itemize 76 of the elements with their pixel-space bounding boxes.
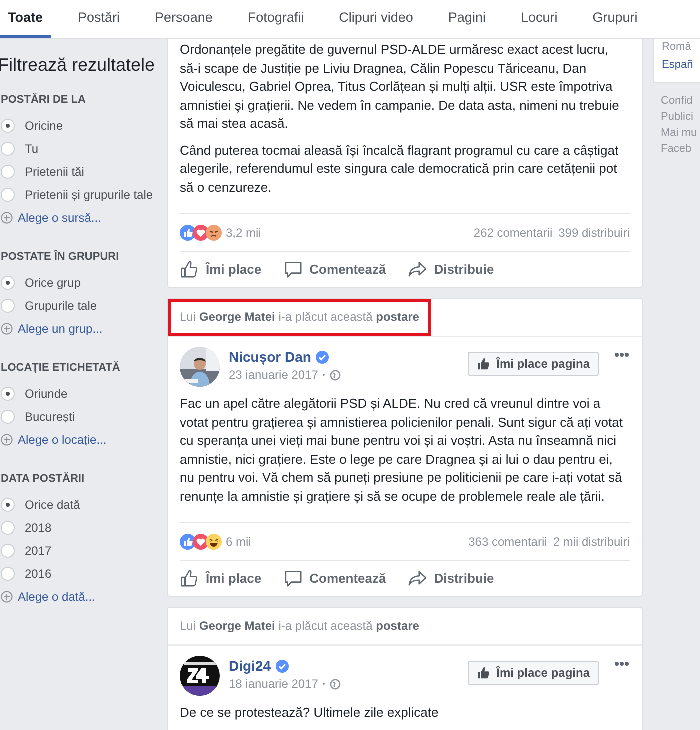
share-icon — [408, 570, 428, 587]
language-link[interactable]: Españ — [662, 57, 700, 73]
filter-option[interactable]: 2018 — [25, 520, 52, 534]
tab[interactable]: Grupuri — [584, 0, 646, 38]
choose-link[interactable]: Alege o sursă... — [18, 210, 102, 224]
globe-icon — [330, 678, 342, 690]
radio-button[interactable] — [1, 498, 15, 512]
radio-button[interactable] — [1, 142, 15, 156]
add-circle-icon — [1, 212, 13, 224]
radio-button[interactable] — [1, 544, 15, 558]
thumbs-up-icon — [180, 569, 199, 588]
comment-action-button[interactable]: Comentează — [284, 570, 386, 588]
radio-button[interactable] — [1, 298, 15, 312]
more-options-icon[interactable] — [614, 661, 630, 667]
laughing-reaction-icon — [206, 534, 222, 550]
share-action-button[interactable]: Distribuie — [408, 570, 494, 587]
thumbs-up-icon — [476, 357, 491, 371]
choose-link[interactable]: Alege un grup... — [18, 322, 103, 336]
post-text: Fac un apel către alegătorii PSD și ALDE. Nu cred că vreunul dintre voi a votat pentru grațierea și amnistierea policienilor penali. Sunt sigur că ați votat cu speranța unei vieți mai bune pentru voi și ai voștri. Asta nu înseamnă nici amnistie, nici grațiere. Este o lege pe care Dragnea și ai lui o dau pentru ei, nu pentru voi. Vă chem să puneți presiune pe politicienii pe care i-ați votat să renunțe la amnistie și grațiere și să se ocupe de problemele reale ale țării. — [180, 395, 624, 506]
like-action-button[interactable]: Îmi place — [180, 260, 262, 279]
tab[interactable]: Locuri — [512, 0, 566, 38]
tab[interactable]: Pagini — [440, 0, 494, 38]
filter-option[interactable]: Tu — [25, 142, 39, 156]
radio-button[interactable] — [1, 520, 15, 534]
share-action-button[interactable]: Distribuie — [408, 261, 494, 278]
author-name[interactable]: Digi24 — [229, 658, 272, 674]
radio-button[interactable] — [1, 276, 15, 290]
filter-option[interactable]: Grupurile tale — [25, 298, 98, 312]
like-page-button[interactable]: Îmi place pagina — [468, 661, 599, 685]
more-options-icon[interactable] — [614, 352, 630, 358]
add-circle-icon — [1, 590, 13, 602]
tab[interactable]: Toate — [0, 0, 52, 38]
radio-button[interactable] — [1, 164, 15, 178]
filter-heading: DATA POSTĂRII — [1, 473, 86, 485]
choose-link[interactable]: Alege o locație... — [18, 432, 107, 446]
filter-heading: POSTATE ÎN GRUPURI — [1, 251, 120, 263]
add-circle-icon — [1, 322, 13, 334]
filter-option[interactable]: Oricine — [25, 118, 64, 132]
filter-option[interactable]: București — [25, 410, 76, 424]
angry-reaction-icon — [206, 224, 222, 240]
post-text: De ce se protestează? Ultimele zile explicate — [180, 704, 440, 722]
radio-button[interactable] — [1, 188, 15, 202]
filter-heading: LOCAȚIE ETICHETATĂ — [1, 362, 122, 374]
radio-button[interactable] — [1, 566, 15, 580]
comment-icon — [284, 570, 303, 588]
comment-action-button[interactable]: Comentează — [284, 260, 386, 278]
filter-option[interactable]: Prietenii tăi — [25, 164, 84, 178]
choose-link[interactable]: Alege o dată... — [18, 590, 96, 604]
share-icon — [408, 261, 428, 278]
globe-icon — [330, 370, 342, 380]
filter-option[interactable]: Orice dată — [25, 498, 80, 512]
tab[interactable]: Postări — [70, 0, 128, 38]
tab[interactable]: Clipuri video — [331, 0, 422, 38]
filter-option[interactable]: Orice grup — [25, 276, 82, 290]
filter-option[interactable]: 2017 — [25, 544, 52, 558]
filter-option[interactable]: 2016 — [25, 566, 52, 580]
liked-by-notice: Lui George Matei i-a plăcut această postare — [168, 608, 642, 645]
radio-button[interactable] — [1, 386, 15, 400]
liked-by-notice: Lui George Matei i-a plăcut această postare — [168, 299, 432, 336]
like-page-button[interactable]: Îmi place pagina — [468, 352, 599, 376]
post-text: Ordonanțele pregătite de guvernul PSD-ALDE urmăresc exact acest lucru, să-i scape de Justiție pe Liviu Dragnea, Călin Popescu Tăriceanu, Dan Voiculescu, Gabriel Oprea, Titus Corlățean și mulți alții. USR este împotriva amnistiei şi grațierii. Ne vedem în campanie. De data asta, nimeni nu trebuie să mai stea acasă. — [180, 41, 620, 133]
post-text: Când puterea tocmai aleasă își încalcă flagrant programul cu care a câștigat alegerile, referendumul este singura cale democratică prin care cetățenii pot să o cenzureze. — [180, 142, 620, 196]
like-action-button[interactable]: Îmi place — [180, 569, 262, 588]
tab[interactable]: Fotografii — [240, 0, 312, 38]
filter-option[interactable]: Oriunde — [25, 386, 68, 400]
radio-button[interactable] — [1, 410, 15, 424]
tab[interactable]: Persoane — [147, 0, 221, 38]
add-circle-icon — [1, 434, 13, 446]
thumbs-up-icon — [180, 260, 199, 279]
author-name[interactable]: Nicușor Dan — [229, 349, 312, 365]
filter-heading: POSTĂRI DE LA — [1, 94, 87, 106]
filter-option[interactable]: Prietenii și grupurile tale — [25, 188, 154, 202]
thumbs-up-icon — [476, 666, 491, 680]
channel-logo-icon — [180, 656, 220, 696]
radio-button[interactable] — [1, 118, 15, 132]
comment-icon — [284, 260, 303, 278]
